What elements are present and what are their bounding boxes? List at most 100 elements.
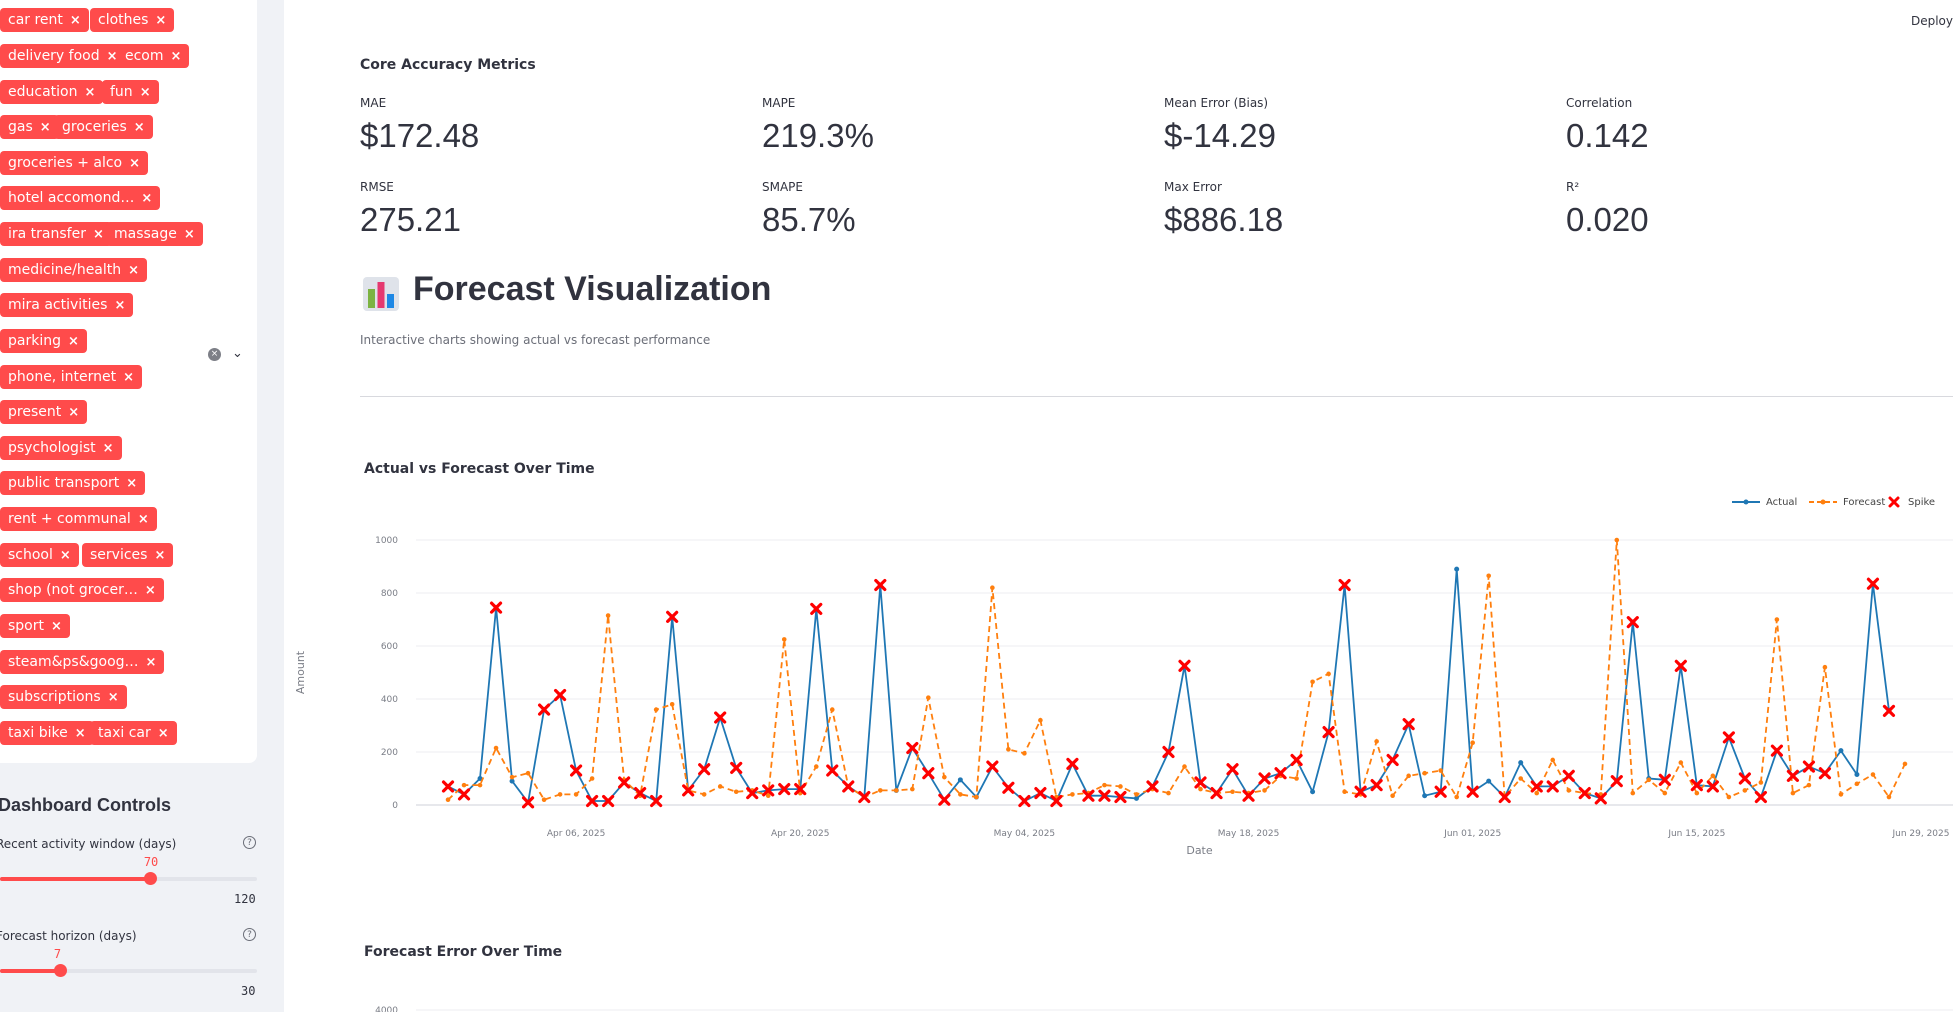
forecast-point[interactable] <box>1470 740 1475 746</box>
close-icon[interactable]: × <box>155 13 166 28</box>
actual-point[interactable] <box>1454 566 1460 572</box>
forecast-point[interactable] <box>1566 788 1572 793</box>
close-icon[interactable]: × <box>114 298 125 313</box>
forecast-point[interactable] <box>1006 747 1011 752</box>
forecast-point[interactable] <box>829 707 835 712</box>
forecast-point[interactable] <box>1870 772 1876 777</box>
category-tag[interactable]: sport × <box>0 614 70 638</box>
forecast-point[interactable] <box>1262 788 1267 793</box>
forecast-point[interactable] <box>1854 781 1860 787</box>
category-tag[interactable]: steam&ps&goog… × <box>0 650 165 674</box>
legend-label[interactable]: Actual <box>1766 497 1797 508</box>
close-icon[interactable]: × <box>60 548 71 563</box>
forecast-point[interactable] <box>445 797 451 802</box>
forecast-point[interactable] <box>958 792 963 797</box>
forecast-point[interactable] <box>1134 792 1139 797</box>
spike-marker[interactable] <box>986 760 999 773</box>
close-icon[interactable]: × <box>134 120 145 135</box>
close-icon[interactable]: × <box>128 263 139 278</box>
forecast-point[interactable] <box>1614 537 1620 543</box>
close-icon[interactable]: × <box>51 619 62 634</box>
forecast-point[interactable] <box>525 770 531 776</box>
spike-marker[interactable] <box>1034 786 1047 800</box>
slider-thumb[interactable] <box>143 872 157 885</box>
forecast-point[interactable] <box>461 782 467 788</box>
spike-marker[interactable] <box>457 788 471 801</box>
category-tag[interactable]: taxi bike × <box>0 721 94 745</box>
forecast-point[interactable] <box>910 786 915 792</box>
actual-point[interactable] <box>1854 772 1860 778</box>
forecast-point[interactable] <box>1726 794 1732 800</box>
close-icon[interactable]: × <box>70 13 81 28</box>
spike-marker[interactable] <box>1370 779 1383 792</box>
close-icon[interactable]: × <box>126 476 137 491</box>
close-icon[interactable]: × <box>154 548 165 563</box>
category-tag[interactable]: medicine/health × <box>0 258 148 282</box>
forecast-point[interactable] <box>1518 776 1524 781</box>
forecast-point[interactable] <box>1806 782 1812 788</box>
forecast-point[interactable] <box>1182 764 1187 769</box>
category-tag[interactable]: present × <box>0 400 88 424</box>
actual-point[interactable] <box>1310 789 1316 795</box>
close-icon[interactable]: × <box>68 334 79 349</box>
chevron-down-icon[interactable]: ⌄ <box>232 346 243 361</box>
slider-thumb[interactable] <box>53 964 67 977</box>
close-icon[interactable]: × <box>123 370 134 385</box>
forecast-horizon-slider[interactable] <box>0 964 257 977</box>
category-tag[interactable]: groceries × <box>54 115 153 139</box>
actual-point[interactable] <box>1518 760 1524 766</box>
forecast-point[interactable] <box>605 613 611 618</box>
close-icon[interactable]: × <box>108 690 119 705</box>
spike-marker[interactable] <box>1258 772 1271 785</box>
forecast-point[interactable] <box>669 702 675 707</box>
forecast-point[interactable] <box>1902 761 1908 767</box>
spike-marker[interactable] <box>1290 753 1303 767</box>
category-tag[interactable]: clothes × <box>90 8 175 32</box>
category-tag[interactable]: taxi car × <box>90 721 177 745</box>
legend-label[interactable]: Spike <box>1908 497 1935 508</box>
forecast-point[interactable] <box>717 784 723 789</box>
forecast-point[interactable] <box>509 774 515 780</box>
category-multiselect[interactable]: beauty×cafes×car rent×clothes×delivery f… <box>0 0 257 763</box>
category-tag[interactable]: services × <box>82 543 174 567</box>
spike-marker[interactable] <box>1002 781 1015 794</box>
forecast-point[interactable] <box>781 637 787 642</box>
close-icon[interactable]: × <box>138 512 149 527</box>
forecast-point[interactable] <box>1454 794 1459 800</box>
forecast-point[interactable] <box>1070 792 1075 797</box>
category-tag[interactable]: mira activities × <box>0 293 134 317</box>
forecast-point[interactable] <box>1678 760 1684 765</box>
forecast-point[interactable] <box>701 792 707 797</box>
close-icon[interactable]: × <box>40 120 51 135</box>
category-tag[interactable]: psychologist × <box>0 436 122 460</box>
forecast-point[interactable] <box>1534 790 1540 796</box>
spike-marker[interactable] <box>1738 772 1751 785</box>
category-tag[interactable]: fun × <box>102 80 159 104</box>
forecast-point[interactable] <box>1310 679 1315 685</box>
forecast-point[interactable] <box>894 788 899 793</box>
category-tag[interactable]: ira transfer × <box>0 222 112 246</box>
forecast-point[interactable] <box>493 745 499 751</box>
close-icon[interactable]: × <box>158 726 169 741</box>
spike-marker[interactable] <box>842 780 855 793</box>
forecast-point[interactable] <box>1166 790 1171 796</box>
category-tag[interactable]: gas × <box>0 115 59 139</box>
forecast-point[interactable] <box>1406 773 1411 779</box>
forecast-point[interactable] <box>1102 782 1107 788</box>
forecast-point[interactable] <box>1118 784 1123 789</box>
clear-all-icon[interactable]: × <box>208 348 221 361</box>
category-tag[interactable]: hotel accomond… × <box>0 186 161 210</box>
forecast-point[interactable] <box>1438 768 1443 773</box>
legend-label[interactable]: Forecast <box>1843 497 1885 508</box>
forecast-point[interactable] <box>1742 788 1748 793</box>
category-tag[interactable]: car rent × <box>0 8 89 32</box>
spike-marker[interactable] <box>1562 769 1575 782</box>
actual-point[interactable] <box>1422 793 1428 799</box>
forecast-point[interactable] <box>1422 770 1427 776</box>
close-icon[interactable]: × <box>103 441 114 456</box>
forecast-point[interactable] <box>1230 789 1235 795</box>
forecast-point[interactable] <box>1374 739 1379 744</box>
forecast-point[interactable] <box>1342 789 1347 795</box>
spike-marker[interactable] <box>1786 769 1799 782</box>
forecast-point[interactable] <box>557 792 563 797</box>
